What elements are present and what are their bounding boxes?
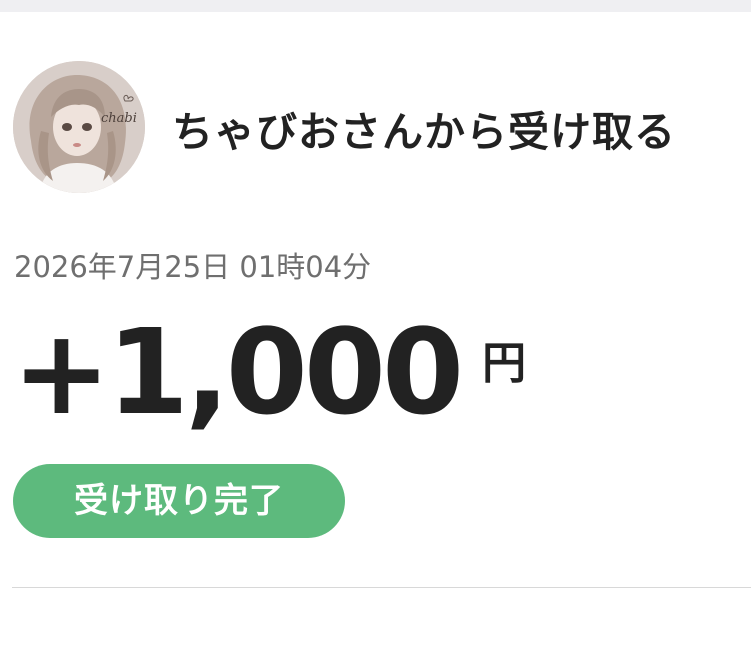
amount-value: +1,000	[12, 303, 464, 441]
top-bar	[0, 0, 751, 12]
amount-row: +1,000 円	[12, 302, 526, 442]
receive-card: chabi ちゃびおさんから受け取る 2026年7月25日 01時04分 +1,…	[0, 12, 751, 645]
avatar-logo-text: chabi	[101, 111, 137, 126]
status-badge: 受け取り完了	[13, 464, 345, 538]
currency-unit: 円	[482, 338, 527, 389]
sender-avatar: chabi	[13, 61, 145, 193]
divider	[12, 587, 751, 588]
transaction-datetime: 2026年7月25日 01時04分	[14, 250, 372, 284]
avatar-illustration	[13, 61, 145, 193]
sender-title: ちゃびおさんから受け取る	[172, 108, 676, 156]
